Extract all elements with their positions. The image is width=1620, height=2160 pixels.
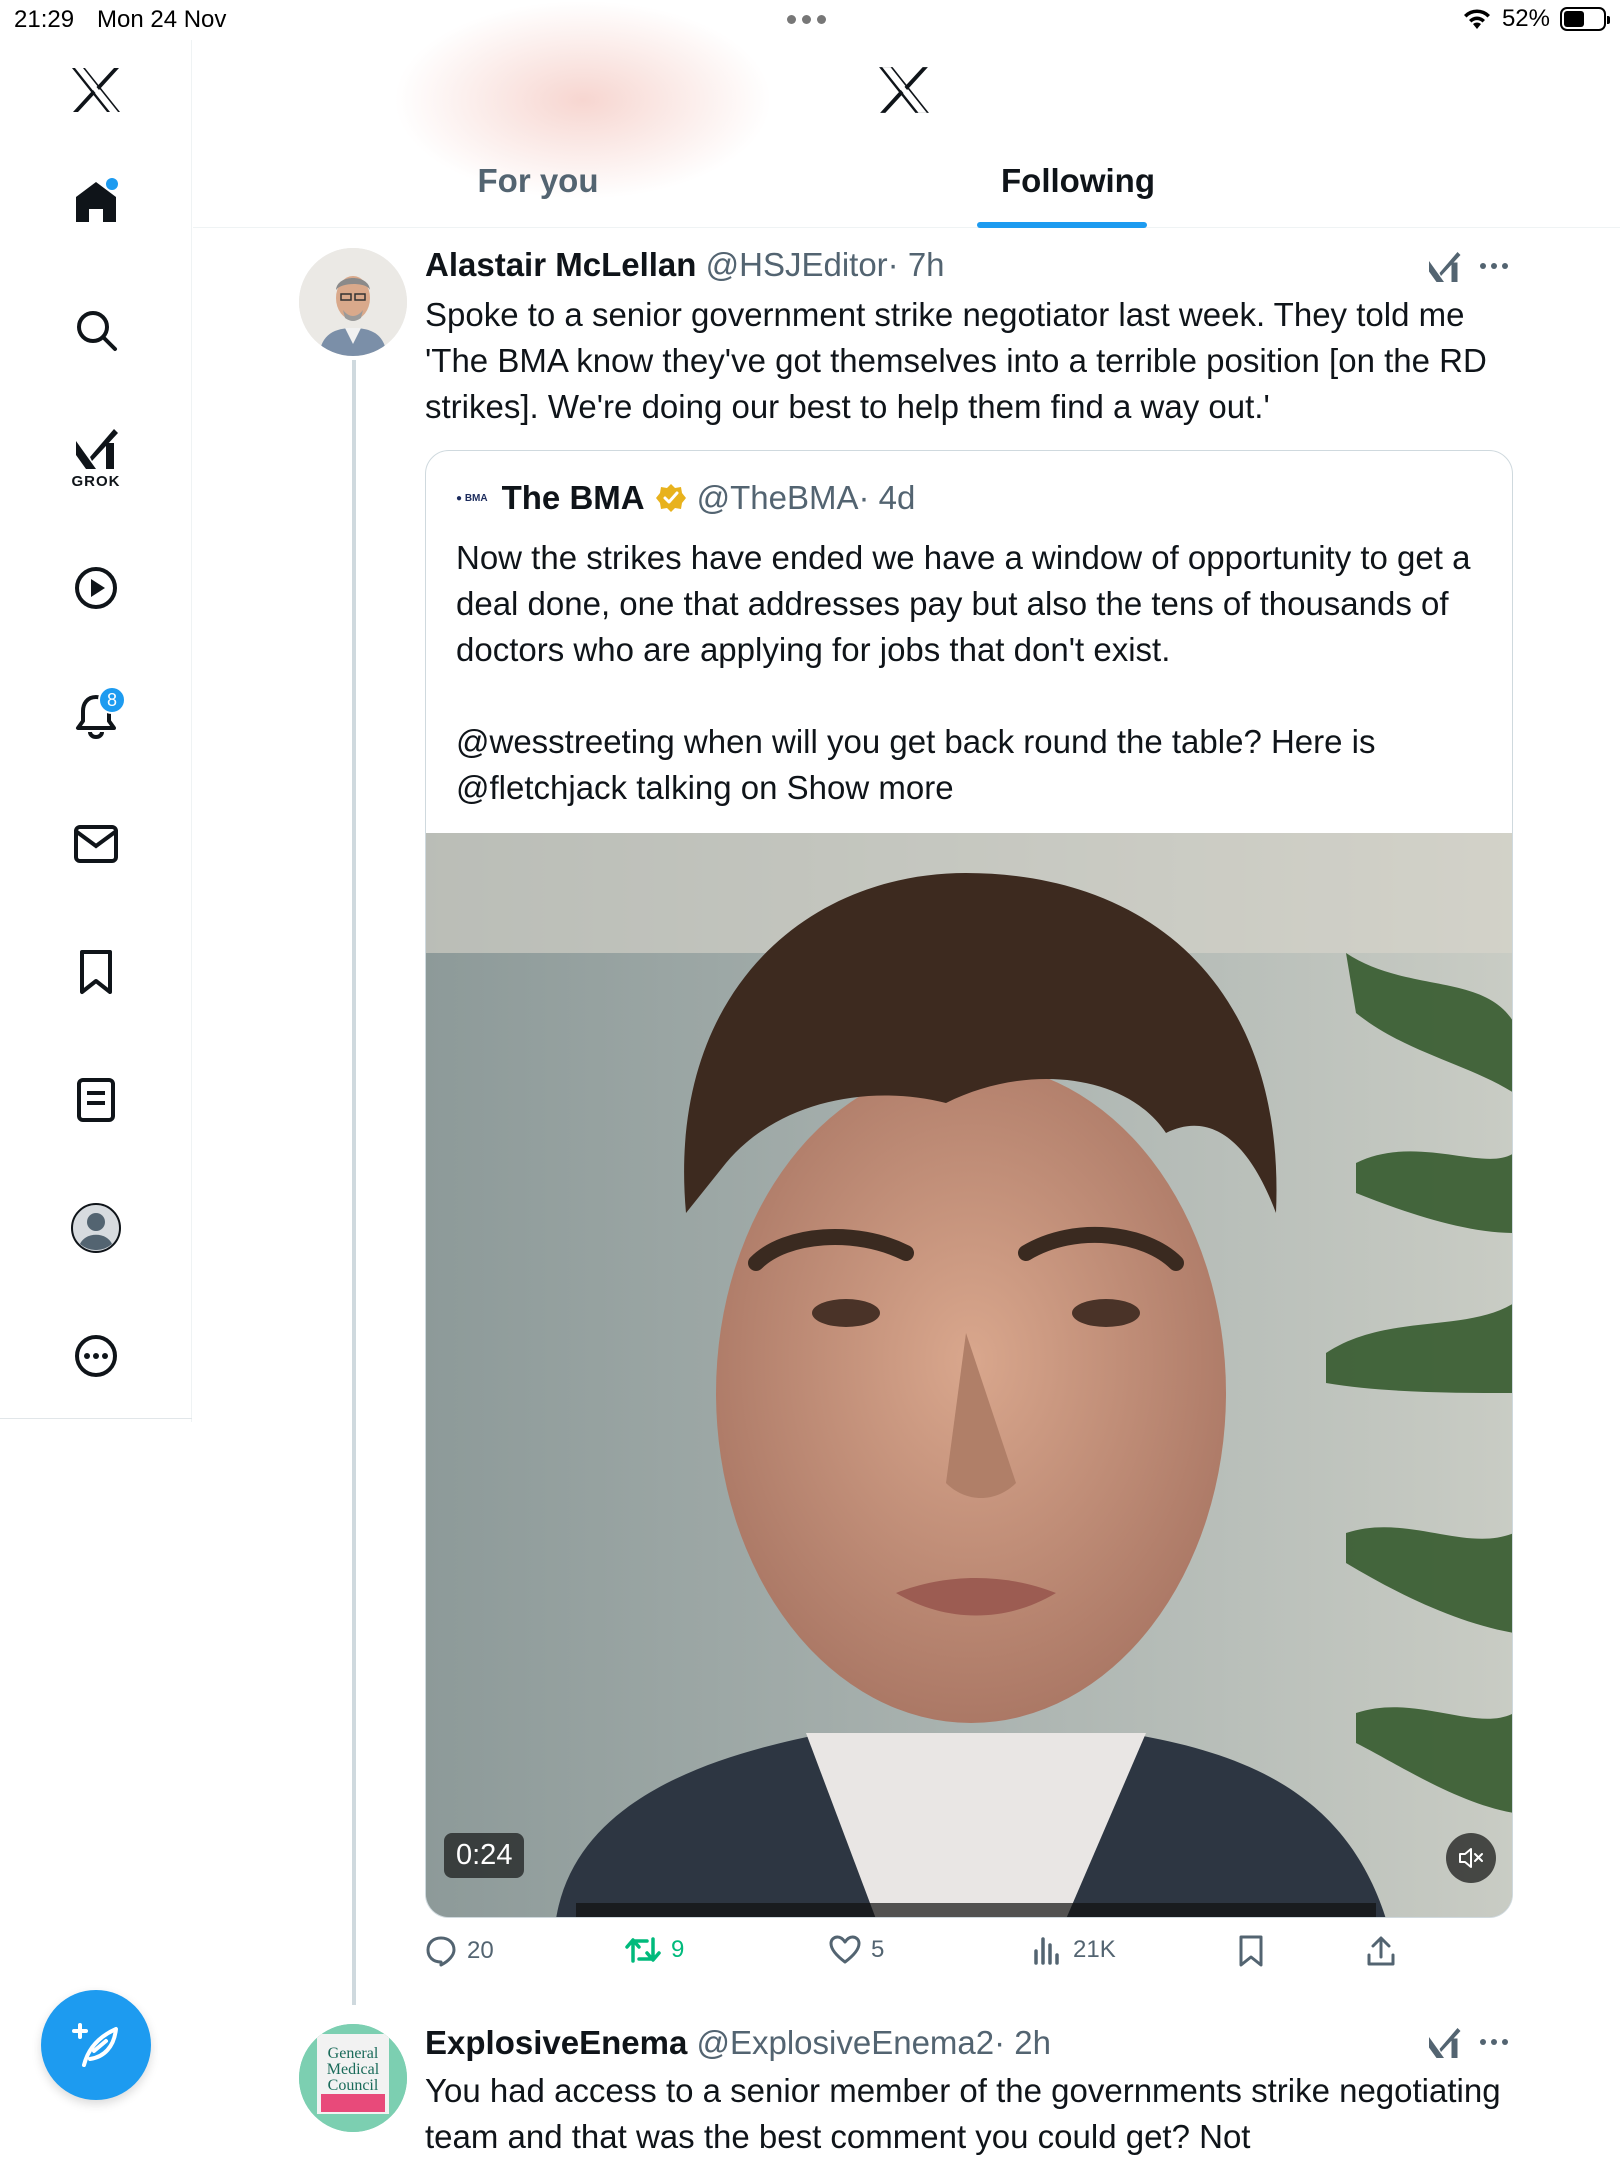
sidebar-item-x-logo[interactable] xyxy=(62,56,130,124)
bma-logo: ● BMA xyxy=(456,492,488,504)
timeline-header: For you Following xyxy=(193,0,1620,228)
views-bar-chart-icon xyxy=(1034,1937,1059,1965)
quote-time: · 4d xyxy=(858,479,916,516)
video-duration: 0:24 xyxy=(444,1833,525,1878)
reply-icon xyxy=(426,1936,456,1967)
tweet-text: You had access to a senior member of the… xyxy=(425,2072,1501,2155)
show-more-link[interactable]: Show more xyxy=(787,769,954,806)
grok-icon xyxy=(76,428,118,469)
multitasking-dots[interactable] xyxy=(787,15,826,24)
status-date: Mon 24 Nov xyxy=(97,6,227,33)
quoted-tweet[interactable]: ● BMA The BMA @TheBMA · 4d Now the strike… xyxy=(425,450,1513,1918)
svg-text:Council: Council xyxy=(328,2077,379,2094)
quote-text-paragraph: Now the strikes have ended we have a win… xyxy=(456,539,1471,668)
grok-explain-icon[interactable] xyxy=(1426,2026,1462,2060)
more-options-icon[interactable] xyxy=(1480,263,1508,269)
repost-count: 9 xyxy=(671,1936,685,1963)
bookmark-icon xyxy=(80,950,112,994)
profile-avatar-icon xyxy=(71,1203,121,1253)
tab-for-you[interactable]: For you xyxy=(193,140,883,228)
sidebar-item-bookmarks[interactable] xyxy=(62,938,130,1006)
notification-badge: 8 xyxy=(98,686,126,714)
list-doc-icon xyxy=(77,1078,115,1122)
grok-label: GROK xyxy=(71,472,121,490)
quote-text-fragment: when will you get back round the table? … xyxy=(674,723,1376,760)
sidebar-divider xyxy=(0,1418,192,1419)
mention-link[interactable]: @wesstreeting xyxy=(456,723,675,760)
active-tab-indicator xyxy=(977,222,1147,228)
battery-icon xyxy=(1560,7,1610,31)
repost-icon xyxy=(625,1937,661,1963)
quote-header: ● BMA The BMA @TheBMA · 4d xyxy=(456,479,915,517)
bookmark-button[interactable] xyxy=(1237,1935,1265,1967)
reply-button[interactable]: 20 xyxy=(425,1935,494,1967)
tweet-actions: 20 9 5 21K xyxy=(425,1935,1425,1975)
sidebar-item-profile[interactable] xyxy=(62,1194,130,1262)
compose-button[interactable] xyxy=(41,1990,151,2100)
quote-author-name: The BMA xyxy=(501,479,645,516)
sidebar-item-messages[interactable] xyxy=(62,810,130,878)
sidebar-item-video[interactable] xyxy=(62,554,130,622)
compose-feather-icon xyxy=(72,2023,118,2067)
tweet-header: ExplosiveEnema @ExplosiveEnema2· 2h xyxy=(425,2024,1051,2062)
tab-label: Following xyxy=(1001,162,1155,199)
x-logo-icon xyxy=(72,68,120,112)
status-time: 21:29 xyxy=(14,6,75,33)
more-circle-icon xyxy=(75,1335,117,1377)
sidebar-item-more[interactable] xyxy=(62,1322,130,1390)
thread-connector xyxy=(352,360,356,2005)
sidebar-item-lists[interactable] xyxy=(62,1066,130,1134)
tweet-header: Alastair McLellan @HSJEditor· 7h xyxy=(425,246,945,284)
views-button[interactable]: 21K xyxy=(1033,1935,1116,1965)
header-x-logo[interactable] xyxy=(877,64,931,121)
mute-button[interactable] xyxy=(1446,1833,1496,1883)
quote-author-handle: @TheBMA xyxy=(696,479,859,516)
author-handle[interactable]: @HSJEditor xyxy=(706,246,888,283)
avatar[interactable] xyxy=(299,248,407,356)
svg-text:General: General xyxy=(328,2045,379,2062)
verified-badge-icon xyxy=(655,484,686,512)
tweet-time[interactable]: · 2h xyxy=(994,2024,1051,2061)
heart-icon xyxy=(829,1935,861,1964)
like-count: 5 xyxy=(871,1936,885,1963)
search-icon xyxy=(77,311,117,351)
mention-link[interactable]: @fletchjack xyxy=(456,769,627,806)
quote-text: Now the strikes have ended we have a win… xyxy=(456,535,1486,811)
more-options-icon[interactable] xyxy=(1480,2039,1508,2045)
battery-percent: 52% xyxy=(1501,5,1550,32)
x-logo-icon xyxy=(879,67,929,113)
author-name[interactable]: Alastair McLellan xyxy=(425,246,696,283)
author-handle[interactable]: @ExplosiveEnema2 xyxy=(696,2024,994,2061)
mail-icon xyxy=(74,825,118,863)
repost-button[interactable]: 9 xyxy=(625,1935,684,1965)
bookmark-icon xyxy=(1239,1935,1263,1967)
play-circle-icon xyxy=(75,567,117,609)
avatar[interactable]: General Medical Council xyxy=(299,2024,407,2132)
tab-label: For you xyxy=(477,162,599,199)
home-new-dot xyxy=(106,178,118,190)
views-count: 21K xyxy=(1073,1936,1116,1963)
status-bar: 21:29 Mon 24 Nov 52% xyxy=(0,0,1620,40)
sidebar-item-search[interactable] xyxy=(62,296,130,364)
tab-following[interactable]: Following xyxy=(878,140,1278,228)
quote-text-fragment: talking on xyxy=(627,769,787,806)
share-upload-icon xyxy=(1367,1936,1395,1966)
sidebar-item-notifications[interactable]: 8 xyxy=(62,682,130,750)
author-name[interactable]: ExplosiveEnema xyxy=(425,2024,687,2061)
sidebar-item-grok[interactable]: GROK xyxy=(62,418,130,498)
svg-text:Medical: Medical xyxy=(327,2061,380,2078)
muted-speaker-icon xyxy=(1459,1848,1483,1868)
wifi-icon xyxy=(1463,9,1490,29)
video-player[interactable]: 0:24 xyxy=(426,833,1512,1917)
like-button[interactable]: 5 xyxy=(829,1935,884,1965)
grok-explain-icon[interactable] xyxy=(1426,250,1462,284)
sidebar-item-home[interactable] xyxy=(62,168,130,236)
video-frame-image xyxy=(426,833,1512,1917)
reply-count: 20 xyxy=(467,1937,494,1964)
share-button[interactable] xyxy=(1365,1935,1397,1967)
tweet-time[interactable]: · 7h xyxy=(888,246,945,283)
tweet-text: Spoke to a senior government strike nego… xyxy=(425,296,1487,425)
